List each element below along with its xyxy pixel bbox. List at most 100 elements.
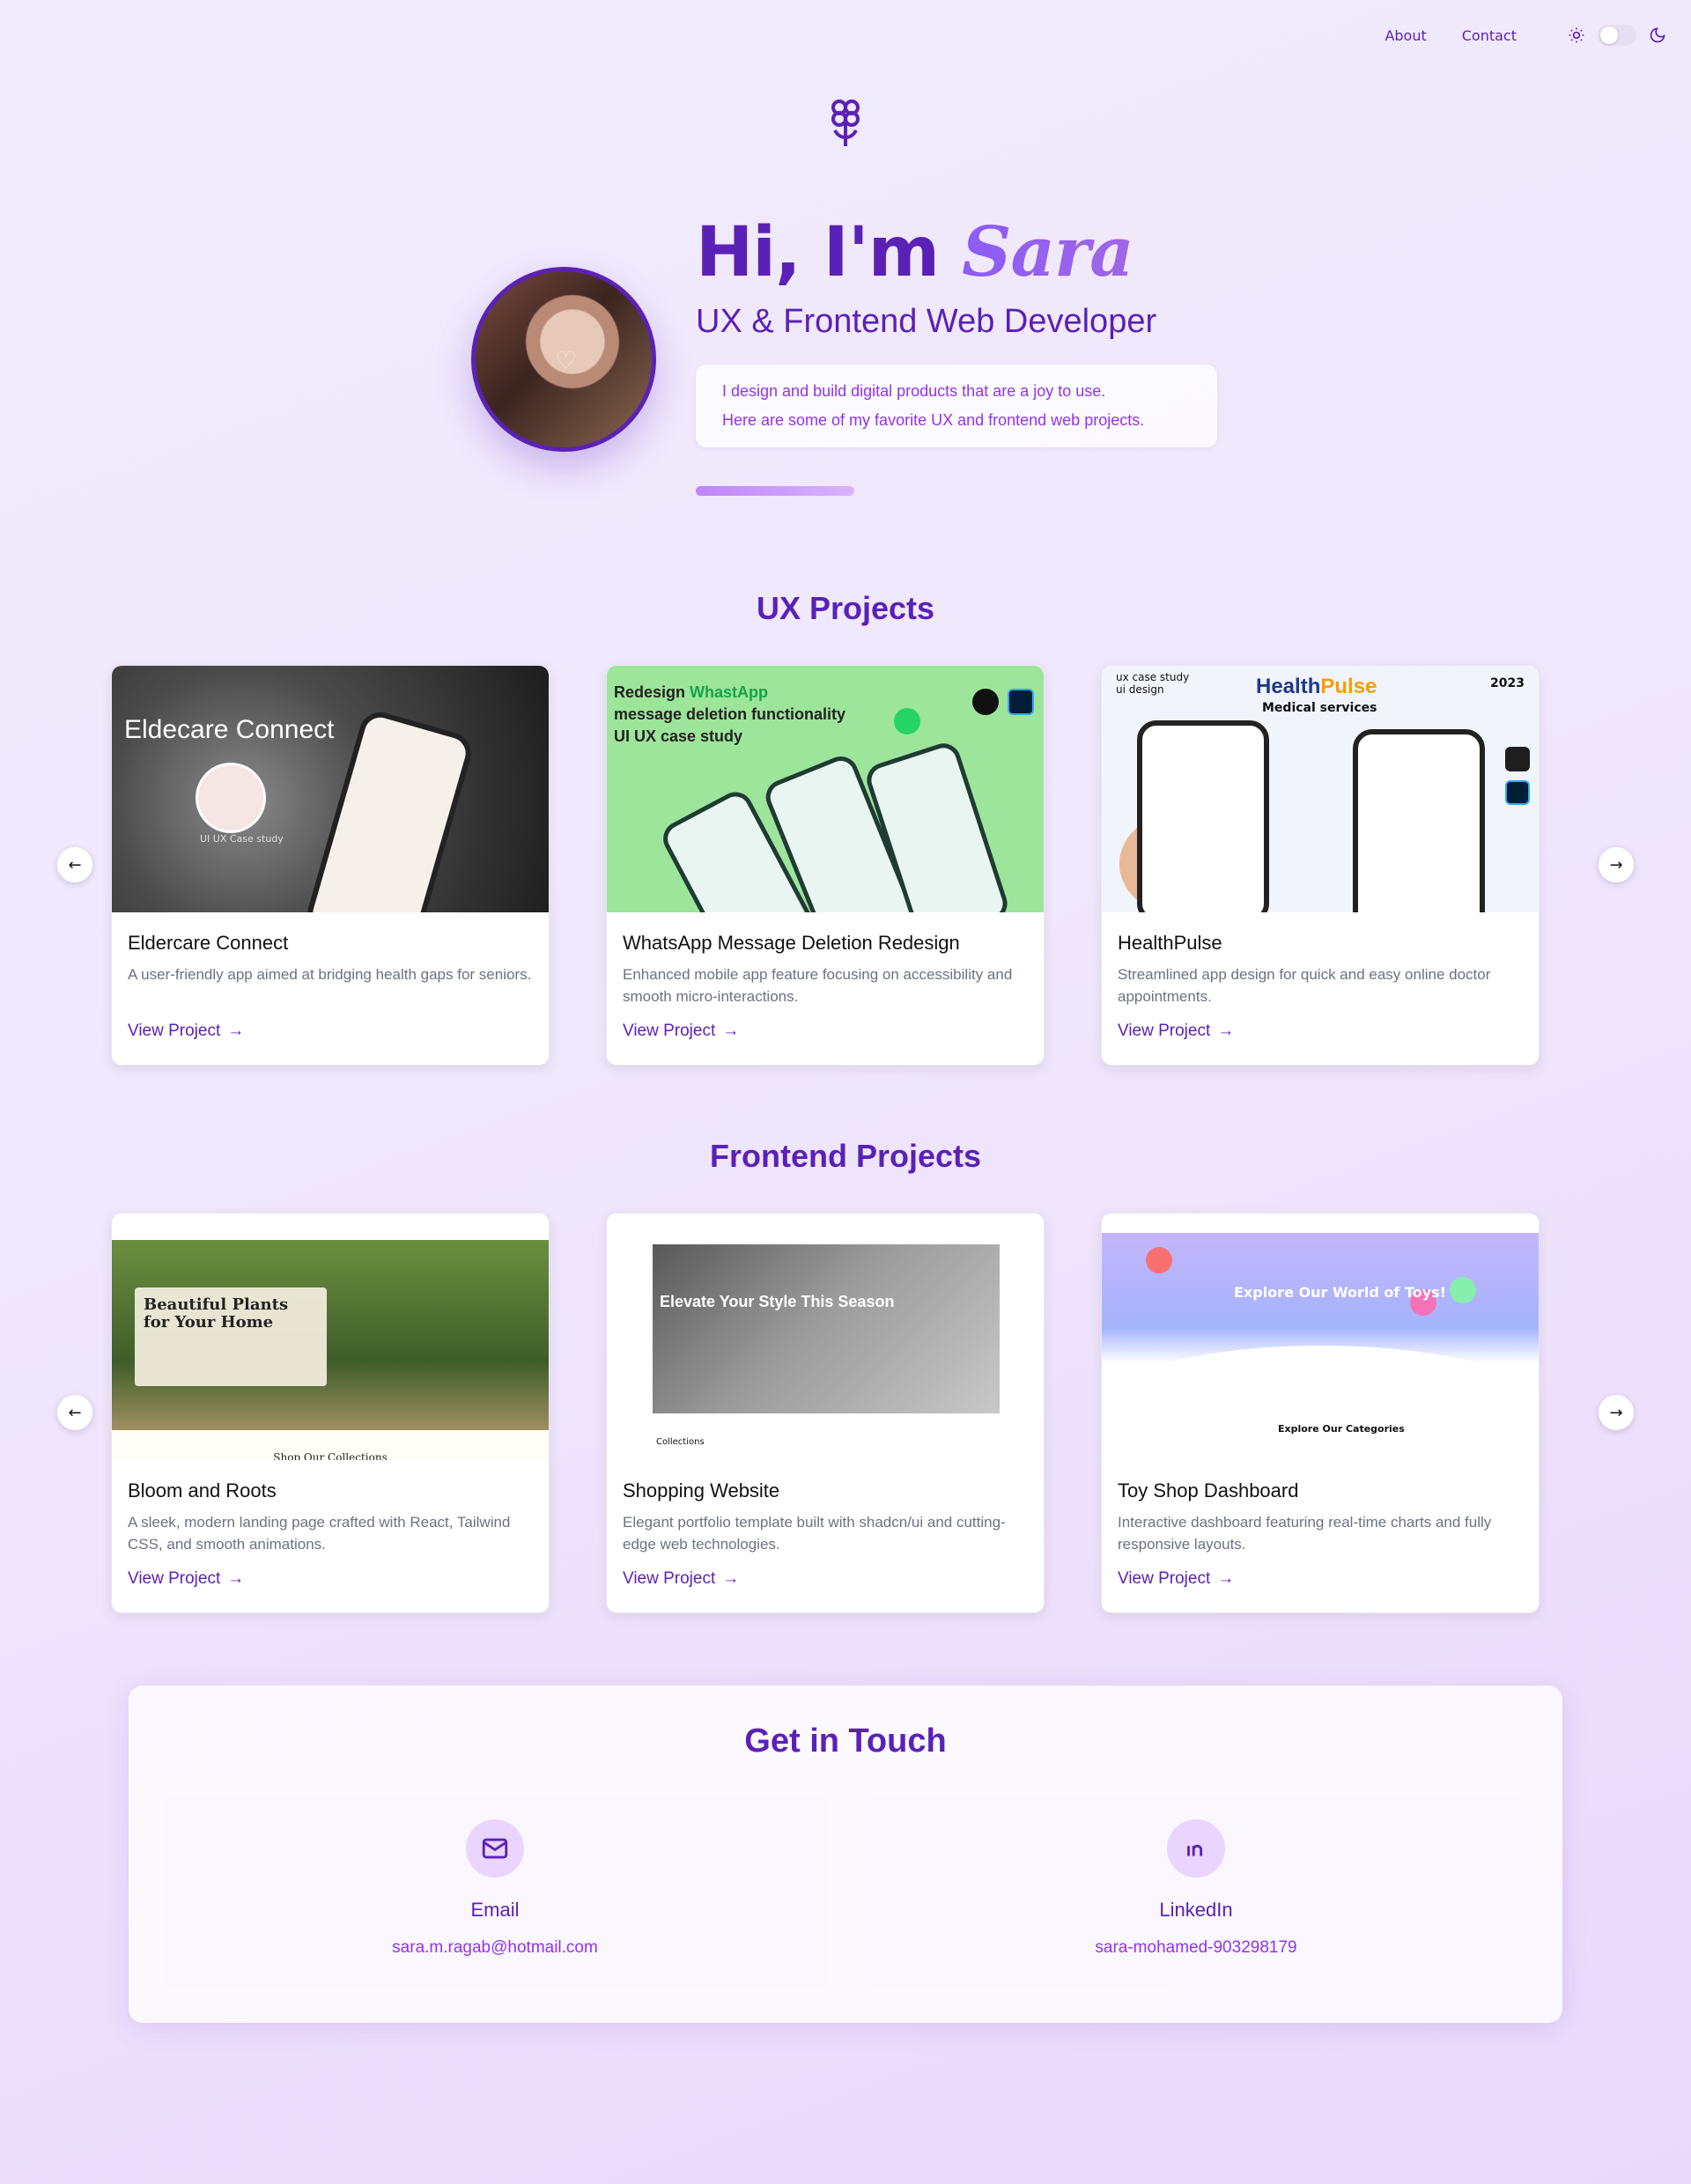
frontend-project-cards: Beautiful Plants for Your Home Shop Our … bbox=[111, 1213, 1540, 1613]
ux-projects-title: UX Projects bbox=[756, 590, 935, 626]
project-title: Shopping Website bbox=[623, 1479, 780, 1502]
project-title: Eldercare Connect bbox=[128, 932, 289, 954]
view-project-link[interactable]: View Project → bbox=[1118, 1022, 1234, 1041]
project-card[interactable]: Explore Our World of Toys! Explore Our C… bbox=[1101, 1213, 1540, 1613]
email-card[interactable]: Email sara.m.ragab@hotmail.com bbox=[162, 1795, 828, 1988]
project-description: A user-friendly app aimed at bridging he… bbox=[128, 966, 532, 983]
thumb-line: Redesign bbox=[614, 683, 686, 701]
nav-about-link[interactable]: About bbox=[1385, 27, 1426, 44]
arrow-right-icon: → bbox=[722, 1569, 740, 1588]
decor-circle bbox=[1146, 1247, 1172, 1273]
view-project-link[interactable]: View Project → bbox=[128, 1569, 244, 1589]
project-thumbnail: Redesign WhastApp message deletion funct… bbox=[607, 666, 1044, 912]
project-thumbnail: ux case study ui design HealthPulse Medic… bbox=[1102, 666, 1539, 912]
phone-mockup bbox=[1353, 729, 1485, 912]
photoshop-icon bbox=[1505, 780, 1530, 805]
project-card[interactable]: ux case study ui design HealthPulse Medic… bbox=[1101, 665, 1540, 1066]
arrow-right-icon: → bbox=[227, 1022, 245, 1040]
contact-section: Get in Touch Email sara.m.ragab@hotmail.… bbox=[129, 1686, 1562, 2023]
thumb-categories: Explore Our Categories bbox=[1278, 1423, 1405, 1435]
view-project-label: View Project bbox=[128, 1022, 221, 1040]
arrow-left-icon: ← bbox=[68, 1403, 82, 1422]
thumb-heading: Explore Our World of Toys! bbox=[1234, 1284, 1446, 1301]
theme-toggle[interactable] bbox=[1598, 25, 1636, 46]
nav-contact-link[interactable]: Contact bbox=[1462, 27, 1517, 44]
flower-icon[interactable] bbox=[826, 97, 865, 150]
thumb-caption: UI UX Case study bbox=[200, 833, 284, 845]
photoshop-icon bbox=[1008, 689, 1034, 715]
view-project-link[interactable]: View Project → bbox=[623, 1022, 739, 1041]
view-project-label: View Project bbox=[1118, 1569, 1211, 1588]
project-card[interactable]: Eldecare Connect UI UX Case study Elderc… bbox=[111, 665, 550, 1066]
linkedin-value[interactable]: sara-mohamed-903298179 bbox=[863, 1938, 1529, 1958]
project-card[interactable]: Redesign WhastApp message deletion funct… bbox=[606, 665, 1045, 1066]
project-title: WhatsApp Message Deletion Redesign bbox=[623, 932, 960, 954]
linkedin-label: LinkedIn bbox=[1159, 1899, 1233, 1921]
thumb-hero-box: Beautiful Plants for Your Home bbox=[135, 1288, 327, 1386]
project-title: Bloom and Roots bbox=[128, 1479, 277, 1502]
thumb-line: message deletion functionality bbox=[614, 705, 846, 723]
thumb-title: Eldecare Connect bbox=[124, 715, 335, 744]
hero-name: Sara bbox=[962, 212, 1134, 292]
view-project-link[interactable]: View Project → bbox=[128, 1022, 244, 1041]
thumb-tag-line: ui design bbox=[1116, 683, 1164, 696]
phone-mockup bbox=[1137, 720, 1269, 912]
hero-accent-bar bbox=[696, 486, 854, 496]
thumb-heading: Beautiful Plants for Your Home bbox=[144, 1295, 289, 1332]
project-card[interactable]: Elevate Your Style This Season Collectio… bbox=[606, 1213, 1045, 1613]
arrow-right-icon: → bbox=[227, 1569, 245, 1588]
sun-icon[interactable] bbox=[1568, 26, 1585, 44]
arrow-left-icon: ← bbox=[68, 855, 82, 874]
email-value[interactable]: sara.m.ragab@hotmail.com bbox=[162, 1938, 828, 1958]
thumb-wave bbox=[1102, 1346, 1539, 1460]
project-thumbnail: Elevate Your Style This Season Collectio… bbox=[607, 1214, 1044, 1460]
arrow-right-icon: → bbox=[722, 1022, 740, 1040]
figma-icon bbox=[1505, 747, 1530, 771]
project-description: Elegant portfolio template built with sh… bbox=[623, 1514, 1006, 1553]
ux-project-cards: Eldecare Connect UI UX Case study Elderc… bbox=[111, 665, 1540, 1066]
arrow-right-icon: → bbox=[1217, 1569, 1235, 1588]
ux-prev-button[interactable]: ← bbox=[57, 847, 92, 882]
chatgpt-icon bbox=[972, 689, 999, 715]
frontend-prev-button[interactable]: ← bbox=[57, 1395, 92, 1430]
lotus-logo bbox=[196, 763, 266, 833]
project-card[interactable]: Beautiful Plants for Your Home Shop Our … bbox=[111, 1213, 550, 1613]
view-project-label: View Project bbox=[623, 1022, 716, 1040]
view-project-label: View Project bbox=[128, 1569, 221, 1588]
heart-icon: ♡ bbox=[555, 346, 578, 375]
frontend-next-button[interactable]: → bbox=[1599, 1395, 1634, 1430]
thumb-subtitle: Medical services bbox=[1262, 701, 1377, 715]
hero-title: Hi, I'm Sara bbox=[696, 218, 1134, 288]
contact-title: Get in Touch bbox=[744, 1723, 947, 1760]
arrow-right-icon: → bbox=[1217, 1022, 1235, 1040]
project-thumbnail: Explore Our World of Toys! Explore Our C… bbox=[1102, 1214, 1539, 1460]
hero-description-line: I design and build digital products that… bbox=[722, 382, 1106, 400]
hero-description-line: Here are some of my favorite UX and fron… bbox=[722, 411, 1145, 429]
view-project-link[interactable]: View Project → bbox=[623, 1569, 739, 1589]
thumb-line: WhastApp bbox=[690, 683, 769, 701]
ux-next-button[interactable]: → bbox=[1599, 847, 1634, 882]
thumb-hero: Elevate Your Style This Season bbox=[653, 1244, 1000, 1413]
top-nav: About Contact bbox=[1385, 25, 1666, 46]
project-description: Streamlined app design for quick and eas… bbox=[1118, 966, 1491, 1005]
project-title: HealthPulse bbox=[1118, 932, 1222, 954]
thumb-heading: Elevate Your Style This Season bbox=[660, 1293, 895, 1310]
linkedin-card[interactable]: LinkedIn sara-mohamed-903298179 bbox=[863, 1795, 1529, 1988]
arrow-right-icon: → bbox=[1609, 855, 1623, 874]
email-label: Email bbox=[470, 1899, 520, 1921]
frontend-projects-title: Frontend Projects bbox=[709, 1138, 982, 1174]
hero-description: I design and build digital products that… bbox=[696, 365, 1217, 447]
view-project-label: View Project bbox=[1118, 1022, 1211, 1040]
view-project-link[interactable]: View Project → bbox=[1118, 1569, 1234, 1589]
thumb-line: UI UX case study bbox=[614, 727, 743, 745]
project-description: Enhanced mobile app feature focusing on … bbox=[623, 966, 1013, 1005]
moon-icon[interactable] bbox=[1649, 26, 1666, 44]
whatsapp-icon bbox=[894, 708, 920, 734]
thumb-footer: Shop Our Collections bbox=[112, 1430, 549, 1460]
thumb-title-part: Health bbox=[1256, 675, 1321, 698]
thumb-title: HealthPulse bbox=[1256, 675, 1377, 699]
project-thumbnail: Eldecare Connect UI UX Case study bbox=[112, 666, 549, 912]
thumb-tag: ux case study ui design bbox=[1116, 671, 1189, 696]
hero-greeting: Hi, I'm bbox=[696, 213, 940, 292]
project-description: Interactive dashboard featuring real-tim… bbox=[1118, 1514, 1492, 1553]
